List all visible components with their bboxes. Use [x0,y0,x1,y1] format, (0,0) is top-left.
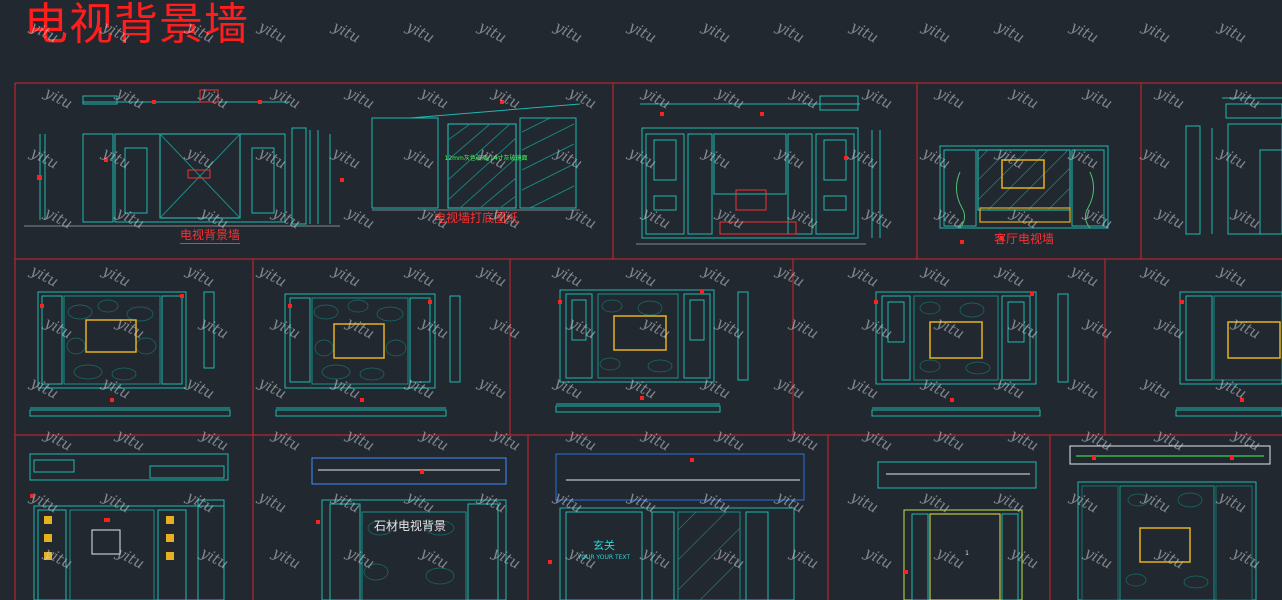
layout-frame-grid [14,82,1282,600]
elevation-living-room-tv-wall [939,145,1109,229]
label-panel-b: 1 [965,550,969,557]
label-entrance-sub: YOUR YOUR TEXT [577,554,631,561]
elevation-tv-wall-2 [636,95,881,245]
elevation-entrance [555,453,805,600]
elevation-tv-wall-1 [24,89,340,227]
label-living-room-tv-wall: 客厅电视墙 [993,232,1055,246]
label-panel-a: 12mm灰色玻璃/14寸灰玻镜面 [444,155,528,162]
elevation-tv-wall-4 [877,461,1037,600]
cad-canvas: 电视背景墙 电视背景墙 电视墙打底图纸 客厅电视墙 石材电视背景 玄关 YOUR… [0,0,1282,600]
label-tv-wall: 电视背景墙 [179,228,241,244]
elevation-stone-wall-2 [275,293,461,417]
cad-drawing-sheet [14,82,1282,600]
elevation-stone-wall-5 [1175,291,1282,417]
elevation-stone-wall-6 [1069,445,1271,600]
elevation-cabinet-wall [29,453,229,600]
elevation-tv-wall-3 [1185,97,1282,235]
label-stone-tv-wall: 石材电视背景 [373,519,447,533]
dimension-markers [30,100,1244,574]
elevation-stone-wall-4 [871,291,1069,417]
label-tv-wall-base: 电视墙打底图纸 [433,211,519,225]
elevation-stone-wall-3 [555,289,749,413]
label-entrance: 玄关 [593,539,615,552]
elevation-stone-wall-1 [29,291,231,417]
